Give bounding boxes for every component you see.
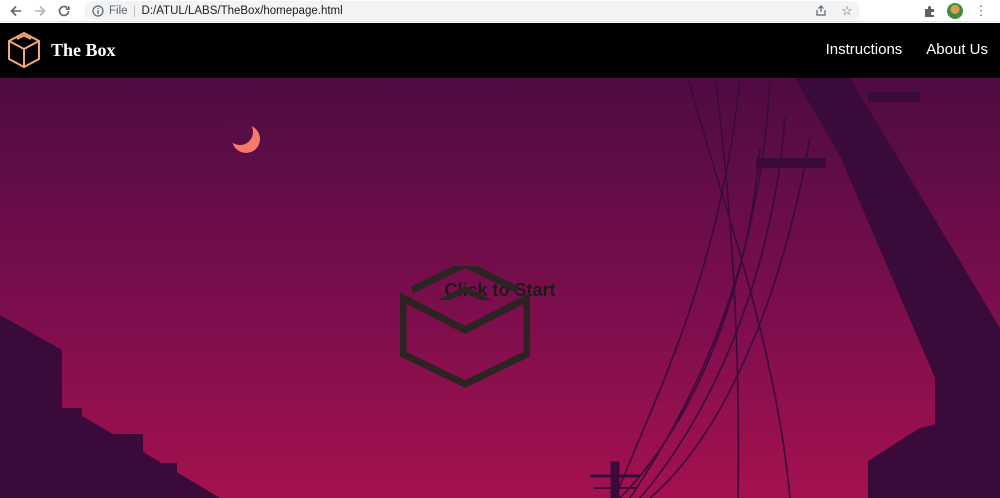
extensions-icon[interactable] [916, 5, 942, 18]
info-icon[interactable] [92, 4, 104, 17]
start-button[interactable]: Click to Start [400, 266, 600, 388]
nav-instructions-link[interactable]: Instructions [826, 41, 903, 58]
hero-scene: Click to Start [0, 78, 1000, 498]
box-icon[interactable] [400, 266, 530, 388]
menu-icon[interactable]: ⋮ [968, 3, 994, 19]
url-text[interactable]: D:/ATUL/LABS/TheBox/homepage.html [142, 5, 343, 17]
browser-toolbar: File D:/ATUL/LABS/TheBox/homepage.html ☆… [0, 0, 1000, 22]
nav-about-us-link[interactable]: About Us [926, 41, 988, 58]
profile-avatar[interactable] [942, 3, 968, 19]
app-header: The Box Instructions About Us [0, 23, 1000, 78]
box-logo-icon[interactable] [6, 31, 42, 69]
star-icon[interactable]: ☆ [834, 3, 860, 19]
divider [133, 4, 135, 17]
brand-title[interactable]: The Box [51, 40, 116, 61]
forward-arrow-icon[interactable] [28, 0, 52, 22]
main-nav: Instructions About Us [826, 41, 988, 58]
share-icon[interactable] [808, 4, 834, 17]
scheme-label: File [109, 4, 128, 17]
reload-icon[interactable] [52, 0, 76, 22]
address-bar[interactable]: File D:/ATUL/LABS/TheBox/homepage.html ☆ [84, 1, 860, 20]
back-arrow-icon[interactable] [4, 0, 28, 22]
